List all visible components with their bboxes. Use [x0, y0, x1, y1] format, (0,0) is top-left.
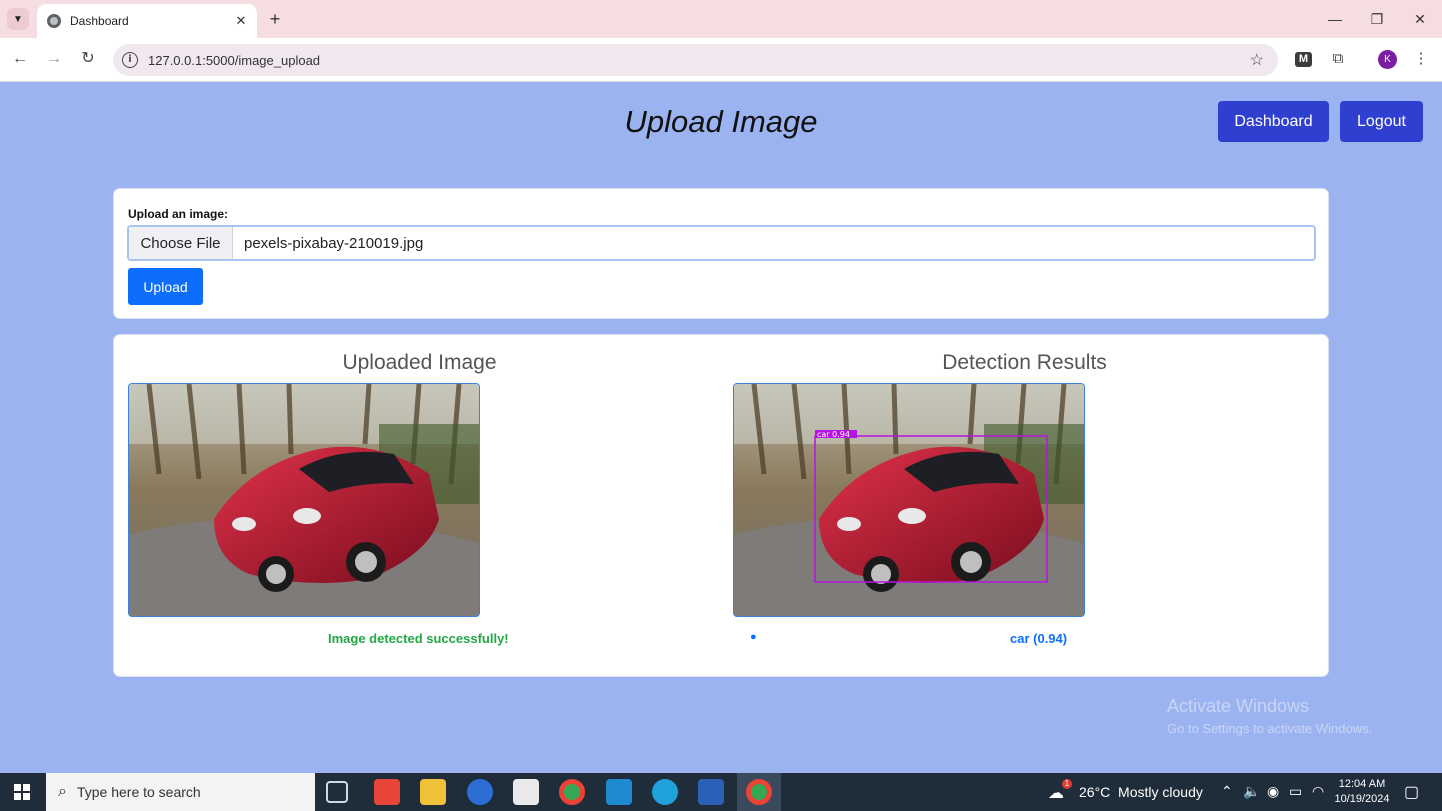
app-red-icon[interactable]: [374, 779, 400, 805]
logout-button[interactable]: Logout: [1340, 101, 1423, 142]
vscode-icon[interactable]: [606, 779, 632, 805]
detection-image: car 0.94: [733, 383, 1085, 617]
notifications-icon[interactable]: ▢: [1404, 782, 1419, 802]
microsoft-store-icon[interactable]: [513, 779, 539, 805]
taskbar-search[interactable]: ⌕ Type here to search: [46, 773, 315, 811]
close-tab-icon[interactable]: ✕: [231, 13, 251, 29]
minimize-icon[interactable]: —: [1320, 8, 1350, 30]
activate-windows-subtitle: Go to Settings to activate Windows.: [1167, 721, 1373, 736]
wifi-icon[interactable]: ◠: [1312, 783, 1324, 800]
uploaded-image-title: Uploaded Image: [342, 351, 497, 374]
extension-m-icon[interactable]: M: [1295, 52, 1312, 67]
tray-chevron-icon[interactable]: ⌃: [1221, 783, 1233, 800]
chrome-icon[interactable]: [559, 779, 585, 805]
detection-results-title: Detection Results: [942, 351, 1107, 374]
weather-badge: 1: [1062, 779, 1072, 789]
chrome-profile-icon[interactable]: [746, 779, 772, 805]
word-icon[interactable]: [698, 779, 724, 805]
results-card: Uploaded Image Detection Results car 0.9…: [113, 334, 1329, 677]
taskbar-clock[interactable]: 12:04 AM 10/19/2024: [1330, 777, 1394, 807]
site-info-icon[interactable]: i: [122, 52, 138, 68]
taskbar-search-placeholder: Type here to search: [76, 784, 201, 800]
address-bar[interactable]: i 127.0.0.1:5000/image_upload ☆: [113, 44, 1278, 76]
browser-menu-icon[interactable]: ⋮: [1410, 48, 1432, 70]
upload-button[interactable]: Upload: [128, 268, 203, 305]
result-bullet-icon: ●: [750, 631, 757, 643]
windows-taskbar: ⌕ Type here to search ☁ 1 26°C Mostly cl…: [0, 773, 1442, 811]
dashboard-button[interactable]: Dashboard: [1218, 101, 1329, 142]
upload-card: Upload an image: Choose File pexels-pixa…: [113, 188, 1329, 319]
choose-file-button[interactable]: Choose File: [129, 227, 233, 259]
status-message: Image detected successfully!: [328, 631, 509, 646]
new-tab-plus-icon[interactable]: +: [264, 8, 286, 30]
browser-tab-bar: ▼ Dashboard ✕ + — ❐ ✕: [0, 0, 1442, 38]
url-text[interactable]: 127.0.0.1:5000/image_upload: [148, 53, 1250, 68]
red-car-detection-photo: car 0.94: [734, 384, 1084, 616]
back-arrow-icon[interactable]: ←: [9, 48, 31, 70]
clock-date: 10/19/2024: [1334, 793, 1390, 805]
tab-search-chevron-icon[interactable]: ▼: [7, 8, 29, 30]
bookmark-star-icon[interactable]: ☆: [1250, 50, 1264, 70]
selected-file-name: pexels-pixabay-210019.jpg: [244, 234, 424, 252]
search-icon: ⌕: [58, 783, 67, 800]
tab-title: Dashboard: [70, 14, 129, 28]
restore-icon[interactable]: ❐: [1362, 8, 1392, 30]
volume-icon[interactable]: 🔈: [1243, 783, 1260, 800]
reload-icon[interactable]: ↻: [77, 48, 99, 70]
detection-result-item: car (0.94): [1010, 631, 1068, 646]
meet-icon[interactable]: ◉: [1267, 783, 1279, 800]
red-car-photo: [129, 384, 479, 616]
profile-avatar[interactable]: K: [1378, 50, 1397, 69]
activate-windows-title: Activate Windows: [1167, 696, 1310, 716]
browser-toolbar: ← → ↻ i 127.0.0.1:5000/image_upload ☆ M …: [0, 38, 1442, 82]
close-window-icon[interactable]: ✕: [1405, 8, 1435, 30]
weather-text[interactable]: 26°C Mostly cloudy: [1079, 784, 1203, 800]
detection-box-tag: car 0.94: [817, 430, 850, 439]
windows-start-icon[interactable]: [14, 784, 30, 800]
task-view-icon[interactable]: [326, 781, 348, 803]
browser-tab[interactable]: Dashboard ✕: [37, 4, 257, 38]
app-store-a-icon[interactable]: [467, 779, 493, 805]
forward-arrow-icon[interactable]: →: [43, 48, 65, 70]
edge-icon[interactable]: [652, 779, 678, 805]
uploaded-image: [128, 383, 480, 617]
globe-icon: [47, 14, 61, 28]
file-input[interactable]: Choose File pexels-pixabay-210019.jpg: [127, 225, 1316, 261]
upload-label: Upload an image:: [128, 207, 229, 221]
battery-icon[interactable]: ▭: [1289, 783, 1302, 800]
file-explorer-icon[interactable]: [420, 779, 446, 805]
clock-time: 12:04 AM: [1338, 778, 1386, 790]
extensions-puzzle-icon[interactable]: ⧉: [1327, 48, 1349, 70]
